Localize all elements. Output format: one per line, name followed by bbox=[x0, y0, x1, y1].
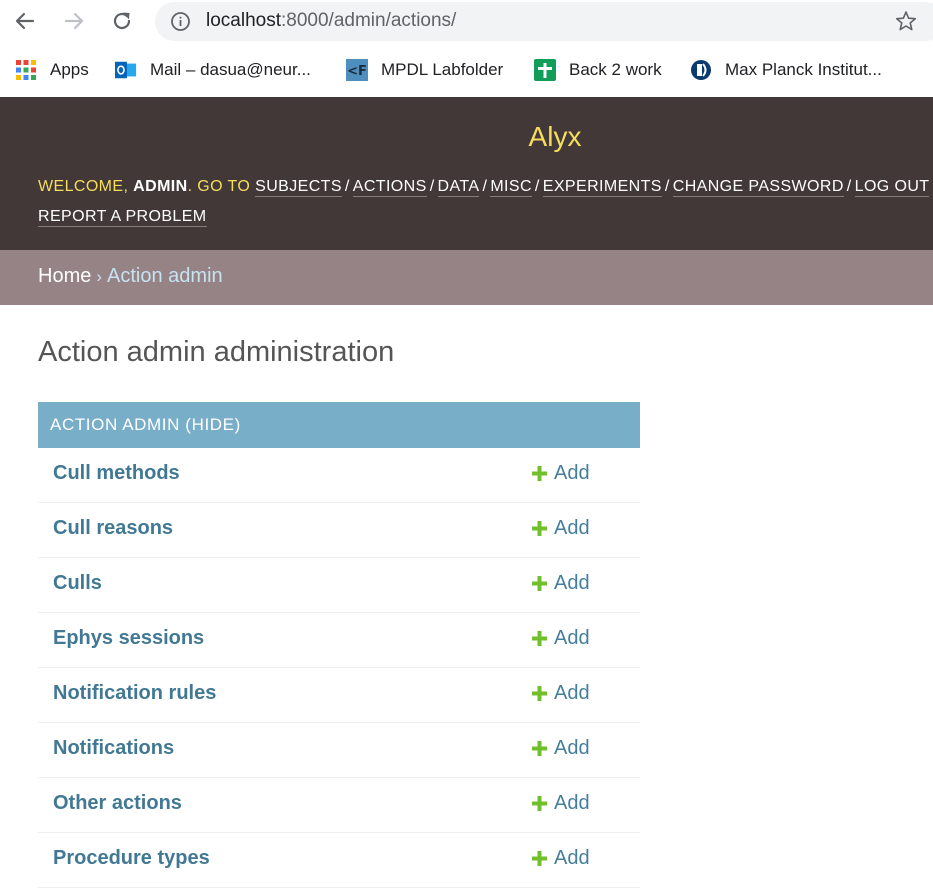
model-link-cull-methods[interactable]: Cull methods bbox=[53, 462, 180, 485]
bookmark-apps[interactable]: Apps bbox=[15, 56, 89, 84]
welcome-text: WELCOME, bbox=[38, 178, 134, 195]
model-row: Notification rules Add bbox=[38, 668, 640, 723]
add-label: Add bbox=[554, 682, 590, 704]
nav-link-change-password[interactable]: CHANGE PASSWORD bbox=[672, 178, 844, 197]
max-planck-icon bbox=[690, 59, 712, 81]
model-link-culls[interactable]: Culls bbox=[53, 572, 102, 595]
user-tools: WELCOME, ADMIN. GO TO SUBJECTS / ACTIONS / D… bbox=[38, 172, 933, 232]
model-row: Procedure types Add bbox=[38, 833, 640, 888]
add-cull-methods-button[interactable]: Add bbox=[531, 462, 590, 485]
apps-grid-icon bbox=[15, 59, 37, 81]
bookmark-label: Max Planck Institut... bbox=[725, 60, 882, 79]
address-bar[interactable]: localhost:8000/admin/actions/ bbox=[155, 2, 933, 41]
model-link-cull-reasons[interactable]: Cull reasons bbox=[53, 517, 173, 540]
breadcrumb-separator: › bbox=[96, 267, 103, 286]
site-info-icon[interactable] bbox=[170, 11, 191, 32]
nav-separator: / bbox=[664, 178, 670, 195]
goto-text: . GO TO bbox=[187, 178, 256, 195]
model-link-notification-rules[interactable]: Notification rules bbox=[53, 682, 216, 705]
model-row: Other actions Add bbox=[38, 778, 640, 833]
add-label: Add bbox=[554, 517, 590, 539]
plus-icon bbox=[532, 576, 547, 591]
plus-icon bbox=[532, 521, 547, 536]
nav-link-log-out[interactable]: LOG OUT bbox=[854, 178, 930, 197]
labfolder-icon: <F bbox=[346, 59, 368, 81]
module-caption-link[interactable]: ACTION ADMIN (HIDE) bbox=[50, 415, 241, 434]
add-ephys-sessions-button[interactable]: Add bbox=[531, 627, 590, 650]
bookmarks-bar: Apps Mail – dasua@neur... <F MPDL Labfol… bbox=[0, 52, 933, 88]
url-host: localhost bbox=[206, 10, 281, 31]
bookmark-star-icon[interactable] bbox=[895, 10, 917, 32]
model-row: Cull reasons Add bbox=[38, 503, 640, 558]
model-row: Culls Add bbox=[38, 558, 640, 613]
nav-separator: / bbox=[846, 178, 852, 195]
add-label: Add bbox=[554, 572, 590, 594]
site-brand[interactable]: Alyx bbox=[0, 121, 933, 153]
plus-icon bbox=[532, 631, 547, 646]
model-link-ephys-sessions[interactable]: Ephys sessions bbox=[53, 627, 204, 650]
reload-icon bbox=[113, 12, 131, 30]
outlook-mail-icon bbox=[115, 59, 137, 81]
model-row: Notifications Add bbox=[38, 723, 640, 778]
bookmark-maxplanck[interactable]: Max Planck Institut... bbox=[690, 56, 882, 84]
nav-link-data[interactable]: DATA bbox=[437, 178, 480, 197]
url-path: :8000/admin/actions/ bbox=[281, 10, 457, 31]
bookmark-back2work[interactable]: Back 2 work bbox=[534, 56, 662, 84]
add-cull-reasons-button[interactable]: Add bbox=[531, 517, 590, 540]
app-module: ACTION ADMIN (HIDE) Cull methods Add Cul… bbox=[38, 402, 640, 888]
model-link-notifications[interactable]: Notifications bbox=[53, 737, 174, 760]
nav-separator: / bbox=[482, 178, 488, 195]
add-label: Add bbox=[554, 462, 590, 484]
bookmark-label: MPDL Labfolder bbox=[381, 60, 504, 79]
bookmark-label: Apps bbox=[50, 60, 89, 79]
page-title: Action admin administration bbox=[38, 336, 395, 368]
bookmark-label: Back 2 work bbox=[569, 60, 662, 79]
nav-separator: / bbox=[534, 178, 540, 195]
model-row: Cull methods Add bbox=[38, 448, 640, 503]
bookmark-label: Mail – dasua@neur... bbox=[150, 60, 311, 79]
model-link-procedure-types[interactable]: Procedure types bbox=[53, 847, 210, 870]
nav-separator: / bbox=[344, 178, 350, 195]
add-notifications-button[interactable]: Add bbox=[531, 737, 590, 760]
plus-icon bbox=[532, 741, 547, 756]
back-arrow-icon bbox=[15, 12, 35, 30]
sheets-icon bbox=[534, 59, 556, 81]
reload-button[interactable] bbox=[107, 6, 137, 36]
bookmark-mail[interactable]: Mail – dasua@neur... bbox=[115, 56, 311, 84]
add-other-actions-button[interactable]: Add bbox=[531, 792, 590, 815]
add-culls-button[interactable]: Add bbox=[531, 572, 590, 595]
add-label: Add bbox=[554, 627, 590, 649]
bookmark-labfolder[interactable]: <F MPDL Labfolder bbox=[346, 56, 503, 84]
nav-link-subjects[interactable]: SUBJECTS bbox=[255, 178, 342, 197]
nav-link-experiments[interactable]: EXPERIMENTS bbox=[542, 178, 662, 197]
svg-text:<F: <F bbox=[347, 64, 367, 79]
add-label: Add bbox=[554, 847, 590, 869]
plus-icon bbox=[532, 466, 547, 481]
plus-icon bbox=[532, 851, 547, 866]
plus-icon bbox=[532, 686, 547, 701]
back-button[interactable] bbox=[10, 6, 40, 36]
username: ADMIN bbox=[133, 178, 188, 195]
nav-link-misc[interactable]: MISC bbox=[490, 178, 532, 197]
add-label: Add bbox=[554, 792, 590, 814]
breadcrumb-current: Action admin bbox=[107, 265, 223, 287]
breadcrumb: Home › Action admin bbox=[0, 250, 933, 305]
nav-separator: / bbox=[429, 178, 435, 195]
nav-link-actions[interactable]: ACTIONS bbox=[352, 178, 427, 197]
add-label: Add bbox=[554, 737, 590, 759]
report-problem-link[interactable]: REPORT A PROBLEM bbox=[38, 208, 207, 227]
forward-arrow-icon bbox=[64, 12, 84, 30]
model-row: Ephys sessions Add bbox=[38, 613, 640, 668]
browser-chrome: localhost:8000/admin/actions/ Apps Mail … bbox=[0, 0, 933, 97]
url-text[interactable]: localhost:8000/admin/actions/ bbox=[206, 10, 456, 32]
add-notification-rules-button[interactable]: Add bbox=[531, 682, 590, 705]
add-procedure-types-button[interactable]: Add bbox=[531, 847, 590, 870]
plus-icon bbox=[532, 796, 547, 811]
breadcrumb-home[interactable]: Home bbox=[38, 265, 91, 287]
forward-button[interactable] bbox=[59, 6, 89, 36]
module-caption: ACTION ADMIN (HIDE) bbox=[38, 402, 640, 448]
model-link-other-actions[interactable]: Other actions bbox=[53, 792, 182, 815]
